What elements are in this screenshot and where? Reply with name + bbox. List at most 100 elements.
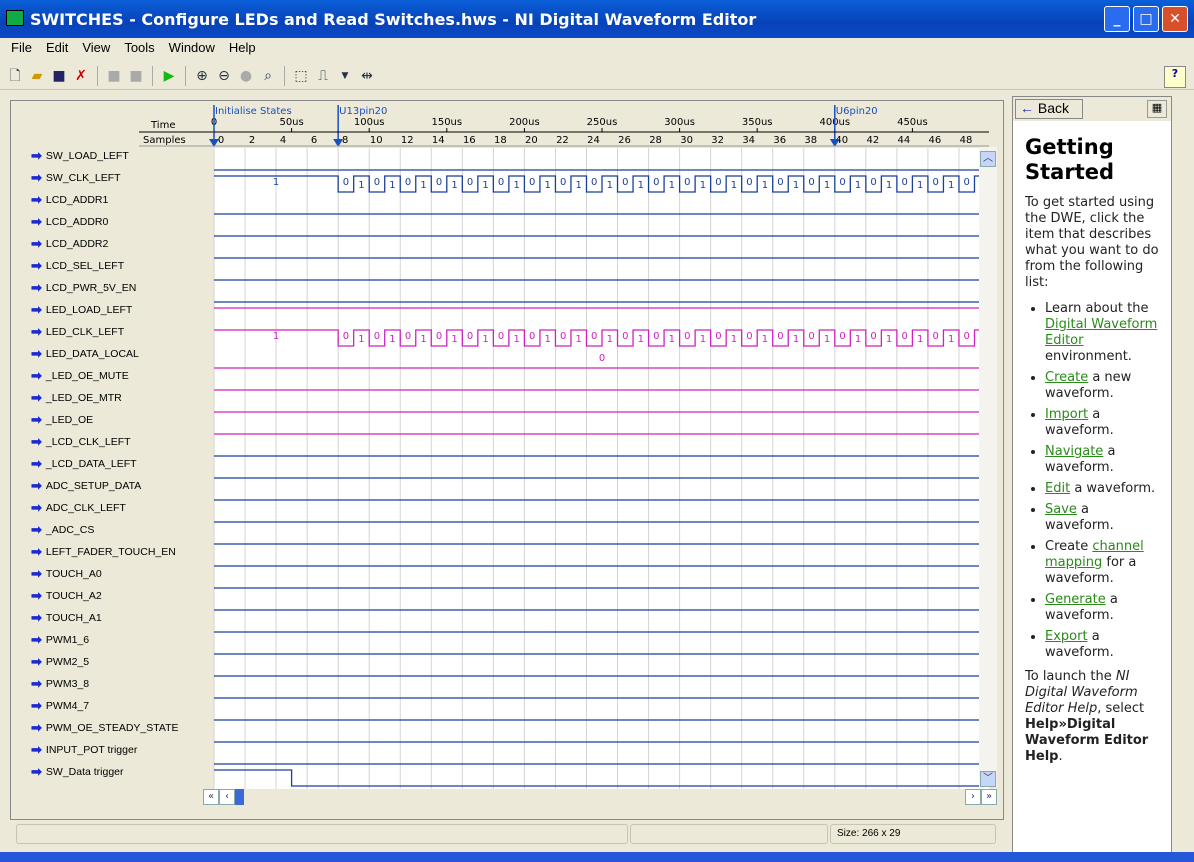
signal-row-label[interactable]: ➡ PWM3_8: [31, 673, 89, 695]
signal-row-label[interactable]: ➡ _LCD_CLK_LEFT: [31, 431, 131, 453]
new-file-icon[interactable]: 🗋: [6, 67, 24, 85]
signal-row-label[interactable]: ➡ LCD_SEL_LEFT: [31, 255, 124, 277]
bit-value-label: 0: [808, 177, 814, 188]
pane-toggle-icon[interactable]: ▦: [1147, 100, 1167, 118]
bit-value-label: 1: [917, 334, 923, 345]
zoom-fit-icon[interactable]: ●: [237, 67, 255, 85]
scroll-first-button[interactable]: «: [203, 789, 219, 805]
channel-arrow-icon: ➡: [31, 632, 42, 647]
signal-row-label[interactable]: ➡ LED_CLK_LEFT: [31, 321, 124, 343]
signal-row-label[interactable]: ➡ LCD_ADDR0: [31, 211, 108, 233]
signal-row-label[interactable]: ➡ SW_CLK_LEFT: [31, 167, 121, 189]
paste-icon[interactable]: ■: [127, 67, 145, 85]
minimize-button[interactable]: _: [1104, 6, 1130, 32]
signal-row-label[interactable]: ➡ _LED_OE_MUTE: [31, 365, 129, 387]
zoom-out-icon[interactable]: ⊖: [215, 67, 233, 85]
channel-arrow-icon: ➡: [31, 192, 42, 207]
open-folder-icon[interactable]: ▰: [28, 67, 46, 85]
menu-view[interactable]: View: [75, 38, 117, 58]
help-list: Learn about the Digital Waveform Editor …: [1045, 301, 1159, 661]
signal-row-label[interactable]: ➡ ADC_CLK_LEFT: [31, 497, 126, 519]
help-link[interactable]: Generate: [1045, 592, 1106, 607]
context-help-icon[interactable]: ?: [1164, 66, 1186, 88]
back-arrow-icon: ←: [1020, 100, 1038, 116]
signal-name: _LED_OE_MUTE: [45, 370, 129, 382]
close-file-icon[interactable]: ✗: [72, 67, 90, 85]
bit-value-label: 0: [591, 177, 597, 188]
zoom-in-icon[interactable]: ⊕: [193, 67, 211, 85]
signal-row-label[interactable]: ➡ TOUCH_A0: [31, 563, 102, 585]
bit-value-label: 1: [420, 180, 426, 191]
signal-row-label[interactable]: ➡ PWM_OE_STEADY_STATE: [31, 717, 179, 739]
bit-value-label: 0: [932, 331, 938, 342]
signal-row-label[interactable]: ➡ _LED_OE_MTR: [31, 387, 122, 409]
help-link[interactable]: Digital Waveform Editor: [1045, 317, 1157, 348]
horizontal-scrollbar[interactable]: « ‹ › »: [203, 789, 997, 805]
help-link[interactable]: Create: [1045, 370, 1088, 385]
signal-row-label[interactable]: ➡ _ADC_CS: [31, 519, 94, 541]
menu-tools[interactable]: Tools: [117, 38, 161, 58]
bit-value-label: 1: [482, 334, 488, 345]
signal-row-label[interactable]: ➡ TOUCH_A1: [31, 607, 102, 629]
menu-window[interactable]: Window: [162, 38, 222, 58]
transition-icon[interactable]: ⇹: [358, 67, 376, 85]
close-button[interactable]: ✕: [1162, 6, 1188, 32]
signal-row-label[interactable]: ➡ PWM4_7: [31, 695, 89, 717]
help-link[interactable]: Save: [1045, 502, 1077, 517]
save-icon[interactable]: ■: [50, 67, 68, 85]
select-region-icon[interactable]: ⬚: [292, 67, 310, 85]
signal-row-label[interactable]: ➡ LCD_ADDR1: [31, 189, 108, 211]
signal-name: _ADC_CS: [45, 524, 95, 536]
signal-row-label[interactable]: ➡ PWM2_5: [31, 651, 89, 673]
signal-name: LED_DATA_LOCAL: [45, 348, 139, 360]
help-link[interactable]: Navigate: [1045, 444, 1103, 459]
signal-name: INPUT_POT trigger: [45, 744, 138, 756]
dropdown-icon[interactable]: ▼: [336, 67, 354, 85]
scroll-down-button[interactable]: ﹀: [980, 771, 996, 787]
bit-value-label: 0: [529, 331, 535, 342]
zoom-1to1-icon[interactable]: ⌕: [259, 67, 277, 85]
signal-row-label[interactable]: ➡ LCD_ADDR2: [31, 233, 108, 255]
bit-value-label: 0: [560, 177, 566, 188]
scroll-right-button[interactable]: ›: [965, 789, 981, 805]
signal-row-label[interactable]: ➡ PWM1_6: [31, 629, 89, 651]
help-item: Learn about the Digital Waveform Editor …: [1045, 301, 1159, 365]
edge-icon[interactable]: ⎍: [314, 67, 332, 85]
scroll-thumb[interactable]: [235, 789, 244, 805]
scroll-last-button[interactable]: »: [981, 789, 997, 805]
help-item: Create channel mapping for a waveform.: [1045, 539, 1159, 587]
waveform-area[interactable]: [214, 148, 989, 789]
help-link[interactable]: Export: [1045, 629, 1088, 644]
run-icon[interactable]: ▶: [160, 67, 178, 85]
scroll-left-button[interactable]: ‹: [219, 789, 235, 805]
signal-name: _LED_OE_MTR: [45, 392, 122, 404]
help-link[interactable]: Import: [1045, 407, 1088, 422]
vertical-scrollbar[interactable]: ︿ ﹀: [979, 147, 997, 787]
signal-name: LEFT_FADER_TOUCH_EN: [45, 546, 176, 558]
back-button[interactable]: ← Back: [1015, 99, 1083, 119]
signal-row-label[interactable]: ➡ LED_DATA_LOCAL: [31, 343, 139, 365]
signal-row-label[interactable]: ➡ ADC_SETUP_DATA: [31, 475, 141, 497]
signal-row-label[interactable]: ➡ _LED_OE: [31, 409, 93, 431]
signal-row-label[interactable]: ➡ SW_LOAD_LEFT: [31, 145, 129, 167]
copy-icon[interactable]: ■: [105, 67, 123, 85]
waveform-grid[interactable]: 1010101010101010101010101010101010101010…: [203, 101, 989, 791]
bit-value-label: 0: [529, 177, 535, 188]
signal-row-label[interactable]: ➡ LCD_PWR_5V_EN: [31, 277, 136, 299]
menu-help[interactable]: Help: [222, 38, 263, 58]
signal-row-label[interactable]: ➡ TOUCH_A2: [31, 585, 102, 607]
bit-value-label: 0: [498, 331, 504, 342]
menu-file[interactable]: File: [4, 38, 39, 58]
help-outro-menu-path: Help»Digital Waveform Editor Help: [1025, 717, 1149, 764]
maximize-button[interactable]: □: [1133, 6, 1159, 32]
signal-row-label[interactable]: ➡ SW_Data trigger: [31, 761, 124, 783]
signal-row-label[interactable]: ➡ LEFT_FADER_TOUCH_EN: [31, 541, 176, 563]
signal-row-label[interactable]: ➡ LED_LOAD_LEFT: [31, 299, 132, 321]
scroll-up-button[interactable]: ︿: [980, 151, 996, 167]
bit-value-label: 0: [901, 331, 907, 342]
signal-row-label[interactable]: ➡ _LCD_DATA_LEFT: [31, 453, 137, 475]
help-link[interactable]: Edit: [1045, 481, 1070, 496]
menu-edit[interactable]: Edit: [39, 38, 75, 58]
bit-value-label: 1: [273, 177, 279, 188]
signal-row-label[interactable]: ➡ INPUT_POT trigger: [31, 739, 137, 761]
